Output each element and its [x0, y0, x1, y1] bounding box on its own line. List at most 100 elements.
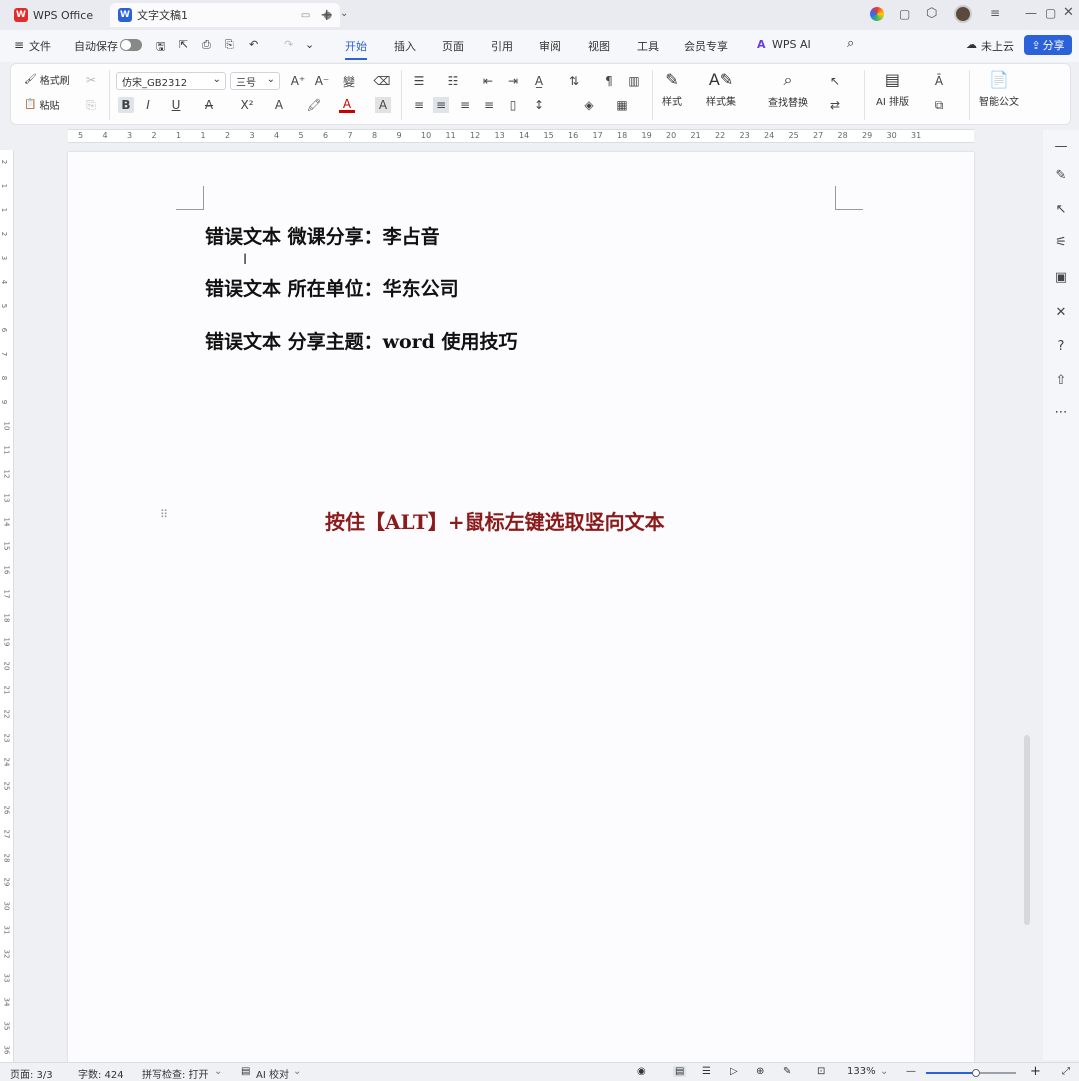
cut-icon[interactable]: ✂	[83, 72, 99, 88]
show-marks-icon[interactable]: ¶	[601, 73, 617, 89]
align-left-icon[interactable]: ≡	[411, 97, 427, 113]
page-count[interactable]: 页面: 3/3	[10, 1066, 53, 1081]
shading-icon[interactable]: ◈	[581, 97, 597, 113]
strikethrough-button[interactable]: A	[201, 97, 217, 113]
print-preview-icon[interactable]: ⎘	[225, 38, 234, 52]
ai-check[interactable]: AI 校对	[256, 1066, 289, 1081]
style-set-button[interactable]: A✎ 样式集	[706, 70, 736, 108]
shrink-font-icon[interactable]: A⁻	[314, 73, 330, 89]
find-replace-button[interactable]: ⌕ 查找替换	[768, 70, 808, 109]
numbered-list-icon[interactable]: ☷	[445, 73, 461, 89]
color-wheel-icon[interactable]	[870, 7, 884, 21]
line-spacing-icon[interactable]: ↕	[531, 97, 547, 113]
cursor-icon[interactable]: ↖	[1053, 201, 1069, 217]
document-line[interactable]: 错误文本 微课分享：李占音	[205, 222, 440, 249]
hamburger-icon[interactable]: ≡	[990, 6, 1000, 20]
close-icon[interactable]: ✕	[1063, 5, 1074, 20]
tab-wps-office[interactable]: W WPS Office	[6, 3, 106, 27]
image-icon[interactable]: ▣	[1053, 269, 1069, 285]
superscript-button[interactable]: X²	[236, 97, 258, 113]
format-painter-button[interactable]: 🖌 格式刷	[24, 72, 70, 87]
vertical-ruler[interactable]: 2 1 1 2 3 4 5 6 7 8 9 10 11 12 13 14 15 16 17 18 19 20 21 22 23 2…	[0, 150, 14, 1062]
menu-wps-ai[interactable]: WPS AI	[772, 38, 811, 51]
zoom-in-icon[interactable]: +	[1030, 1064, 1041, 1079]
font-size-select[interactable]: 三号 ⌄	[230, 72, 280, 90]
collapse-icon[interactable]: —	[1053, 138, 1069, 154]
chevron-down-icon[interactable]: ⌄	[214, 1066, 222, 1077]
eye-icon[interactable]: ◉	[637, 1066, 646, 1077]
text-box-icon[interactable]: Ā	[931, 73, 947, 89]
hamburger-menu-icon[interactable]: ≡	[14, 38, 24, 52]
sliders-icon[interactable]: ⚟	[1053, 234, 1069, 250]
search-icon[interactable]: ⌕	[847, 36, 854, 51]
chevron-down-icon[interactable]: ⌄	[293, 1066, 301, 1077]
window-icon[interactable]: ▢	[899, 7, 910, 21]
help-icon[interactable]: ?	[1053, 338, 1069, 354]
cube-icon[interactable]: ⬡	[926, 6, 937, 21]
text-direction-icon[interactable]: A̲	[531, 73, 547, 89]
outline-view-icon[interactable]: ☰	[702, 1066, 711, 1077]
border-icon[interactable]: ▦	[614, 97, 630, 113]
tools-icon[interactable]: ✕	[1053, 304, 1069, 320]
document-line[interactable]: 错误文本 所在单位：华东公司	[205, 274, 459, 301]
bold-button[interactable]: B	[118, 97, 134, 113]
fit-icon[interactable]: ⊡	[817, 1066, 825, 1077]
menu-member[interactable]: 会员专享	[684, 38, 728, 54]
select-all-icon[interactable]: ⇄	[827, 97, 843, 113]
menu-start[interactable]: 开始	[345, 38, 367, 60]
maximize-icon[interactable]: ▢	[1045, 6, 1056, 20]
menu-file[interactable]: 文件	[29, 38, 51, 54]
save-icon[interactable]: 🖫	[156, 38, 165, 57]
print-icon[interactable]: ⎙	[202, 38, 211, 52]
spell-check[interactable]: 拼写检查: 打开	[142, 1066, 209, 1081]
smart-doc-button[interactable]: 📄 智能公文	[979, 70, 1019, 108]
ai-layout-button[interactable]: ▤ AI 排版	[876, 70, 909, 108]
document-page[interactable]: 错误文本 微课分享：李占音 错误文本 所在单位：华东公司 错误文本 分享主题：w…	[68, 152, 974, 1064]
tab-list-chevron-icon[interactable]: ⌄	[340, 8, 348, 19]
autosave-toggle[interactable]	[120, 39, 142, 51]
font-name-select[interactable]: 仿宋_GB2312 ⌄	[116, 72, 226, 90]
chevron-down-icon[interactable]: ⌄	[880, 1066, 888, 1077]
styles-button[interactable]: ✎ 样式	[662, 70, 682, 108]
increase-indent-icon[interactable]: ⇥	[505, 73, 521, 89]
menu-insert[interactable]: 插入	[394, 38, 416, 54]
drag-handle-icon[interactable]: ⠿	[160, 508, 168, 521]
more-icon[interactable]: ⋯	[1053, 404, 1069, 420]
quick-access-chevron-icon[interactable]: ⌄	[305, 38, 314, 51]
font-color-button[interactable]: A	[339, 97, 355, 113]
undo-icon[interactable]: ↶	[249, 38, 258, 51]
menu-page[interactable]: 页面	[442, 38, 464, 54]
menu-tools[interactable]: 工具	[637, 38, 659, 54]
italic-button[interactable]: I	[140, 97, 156, 113]
align-center-icon[interactable]: ≡	[433, 97, 449, 113]
decrease-indent-icon[interactable]: ⇤	[480, 73, 496, 89]
select-cursor-icon[interactable]: ↖	[827, 73, 843, 89]
zoom-level[interactable]: 133%	[847, 1066, 876, 1077]
highlight-icon[interactable]: 🖍	[306, 97, 322, 113]
horizontal-ruler[interactable]: 5 4 3 2 1 1 2 3 4 5 6 7 8 9 10 11 12 13 14 15 16 17 18 19 20 21 22…	[68, 129, 974, 143]
underline-button[interactable]: U	[168, 97, 184, 113]
wps-ai-icon[interactable]: A	[757, 38, 766, 51]
paste-button[interactable]: 📋 粘贴	[24, 97, 59, 112]
word-count[interactable]: 字数: 424	[78, 1066, 124, 1081]
menu-view[interactable]: 视图	[588, 38, 610, 54]
document-line[interactable]: 错误文本 分享主题：word 使用技巧	[205, 327, 518, 354]
vertical-scrollbar[interactable]	[1024, 735, 1030, 925]
arrange-icon[interactable]: ⧉	[931, 97, 947, 113]
cloud-status[interactable]: 未上云	[981, 38, 1014, 54]
share-doc-icon[interactable]: ⇧	[1053, 372, 1069, 388]
text-effect-icon[interactable]: A	[271, 97, 287, 113]
zoom-out-icon[interactable]: —	[906, 1066, 916, 1077]
edit-icon[interactable]: ✎	[783, 1066, 791, 1077]
pen-icon[interactable]: ✎	[1053, 167, 1069, 183]
char-shading-icon[interactable]: A	[375, 97, 391, 113]
justify-icon[interactable]: ≡	[481, 97, 497, 113]
redo-icon[interactable]: ↷	[284, 38, 293, 51]
bullet-list-icon[interactable]: ☰	[411, 73, 427, 89]
sort-icon[interactable]: ⇅	[566, 73, 582, 89]
copy-icon[interactable]: ⎘	[83, 97, 99, 113]
tab-screen-icon[interactable]: ▭	[301, 10, 310, 21]
clear-format-icon[interactable]: ⌫	[374, 73, 391, 89]
align-right-icon[interactable]: ≡	[457, 97, 473, 113]
phonetic-icon[interactable]: 變	[341, 73, 357, 89]
